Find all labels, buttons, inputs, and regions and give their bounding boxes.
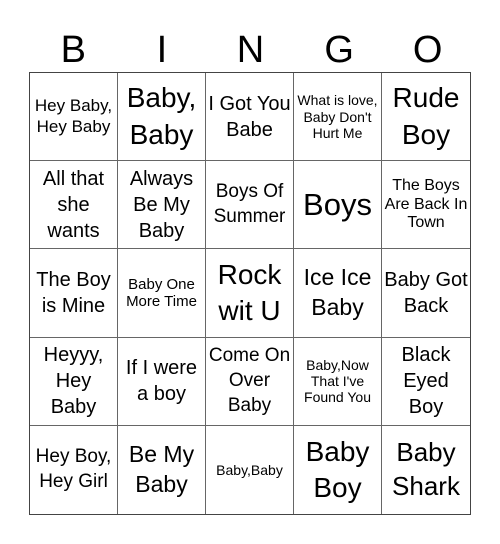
bingo-cell-text: The Boys Are Back In Town — [384, 177, 468, 231]
bingo-cell[interactable]: Baby,Now That I've Found You — [294, 337, 382, 426]
bingo-cell-text: Baby,Baby — [216, 461, 283, 478]
bingo-cell-text: Baby Boy — [305, 435, 370, 503]
bingo-cell-text: If I were a boy — [125, 357, 198, 406]
bingo-cell[interactable]: Rock wit U — [206, 249, 294, 338]
bingo-cell[interactable]: All that she wants — [30, 161, 118, 250]
bingo-cell-text: Baby Shark — [392, 437, 460, 501]
bingo-cell[interactable]: Black Eyed Boy — [382, 338, 470, 426]
bingo-cell-text: Boys Of Summer — [213, 181, 286, 227]
bingo-cell[interactable]: Baby, Baby — [118, 73, 206, 162]
bingo-cell[interactable]: What is love, Baby Don't Hurt Me — [294, 73, 382, 162]
bingo-cell[interactable]: I Got You Babe — [206, 73, 294, 162]
bingo-cell[interactable]: The Boys Are Back In Town — [382, 161, 470, 250]
bingo-cell-text: Hey Baby, Hey Baby — [34, 96, 113, 136]
bingo-cell-text: The Boy is Mine — [36, 268, 111, 317]
bingo-cell[interactable]: Be My Baby — [118, 425, 206, 514]
bingo-header: B I N G O — [29, 28, 472, 72]
bingo-cell[interactable]: If I were a boy — [118, 337, 206, 426]
bingo-cell-text: Come On Over Baby — [208, 345, 291, 416]
bingo-cell-text: All that she wants — [42, 167, 105, 242]
bingo-cell[interactable]: Rude Boy — [382, 73, 470, 162]
bingo-card-grid: Hey Baby, Hey Baby Baby, Baby I Got You Ba… — [29, 72, 471, 515]
header-letter-i: I — [156, 29, 168, 71]
bingo-cell-text: Hey Boy, Hey Girl — [35, 446, 112, 492]
bingo-cell[interactable]: Boys Of Summer — [206, 161, 294, 250]
bingo-cell-text: Rude Boy — [392, 82, 460, 150]
bingo-cell[interactable]: Come On Over Baby — [206, 337, 294, 426]
bingo-cell-text: I Got You Babe — [208, 92, 291, 141]
header-letter-g: G — [324, 29, 354, 71]
bingo-cell[interactable]: Baby One More Time — [118, 249, 206, 338]
header-letter-b: B — [60, 29, 86, 71]
header-letter-o: O — [412, 29, 443, 71]
bingo-cell-text: Black Eyed Boy — [401, 344, 451, 419]
bingo-cell-text: What is love, Baby Don't Hurt Me — [297, 92, 378, 141]
bingo-cell[interactable]: Ice Ice Baby — [294, 249, 382, 338]
bingo-cell[interactable]: Baby Shark — [382, 426, 470, 514]
bingo-cell-text: Baby One More Time — [126, 275, 197, 310]
bingo-cell[interactable]: Baby,Baby — [206, 425, 294, 514]
bingo-cell-text: Be My Baby — [128, 441, 195, 497]
bingo-cell-text: Boys — [303, 186, 372, 222]
bingo-cell-text: Baby, Baby — [126, 82, 197, 150]
bingo-cell-text: Ice Ice Baby — [303, 264, 372, 320]
bingo-cell[interactable]: Heyyy, Hey Baby — [30, 337, 118, 426]
bingo-cell[interactable]: Boys — [294, 161, 382, 250]
bingo-cell[interactable]: Hey Boy, Hey Girl — [30, 425, 118, 514]
bingo-cell[interactable]: Baby Boy — [294, 425, 382, 514]
bingo-cell[interactable]: Baby Got Back — [382, 249, 470, 338]
bingo-cell[interactable]: Hey Baby, Hey Baby — [30, 73, 118, 162]
bingo-cell[interactable]: Always Be My Baby — [118, 161, 206, 250]
bingo-cell-text: Rock wit U — [217, 258, 282, 326]
bingo-cell-text: Baby,Now That I've Found You — [304, 357, 371, 406]
bingo-cell-text: Baby Got Back — [384, 268, 468, 317]
header-letter-n: N — [236, 29, 265, 71]
bingo-cell[interactable]: The Boy is Mine — [30, 249, 118, 338]
bingo-cell-text: Heyyy, Hey Baby — [43, 344, 104, 419]
bingo-cell-text: Always Be My Baby — [129, 167, 194, 242]
